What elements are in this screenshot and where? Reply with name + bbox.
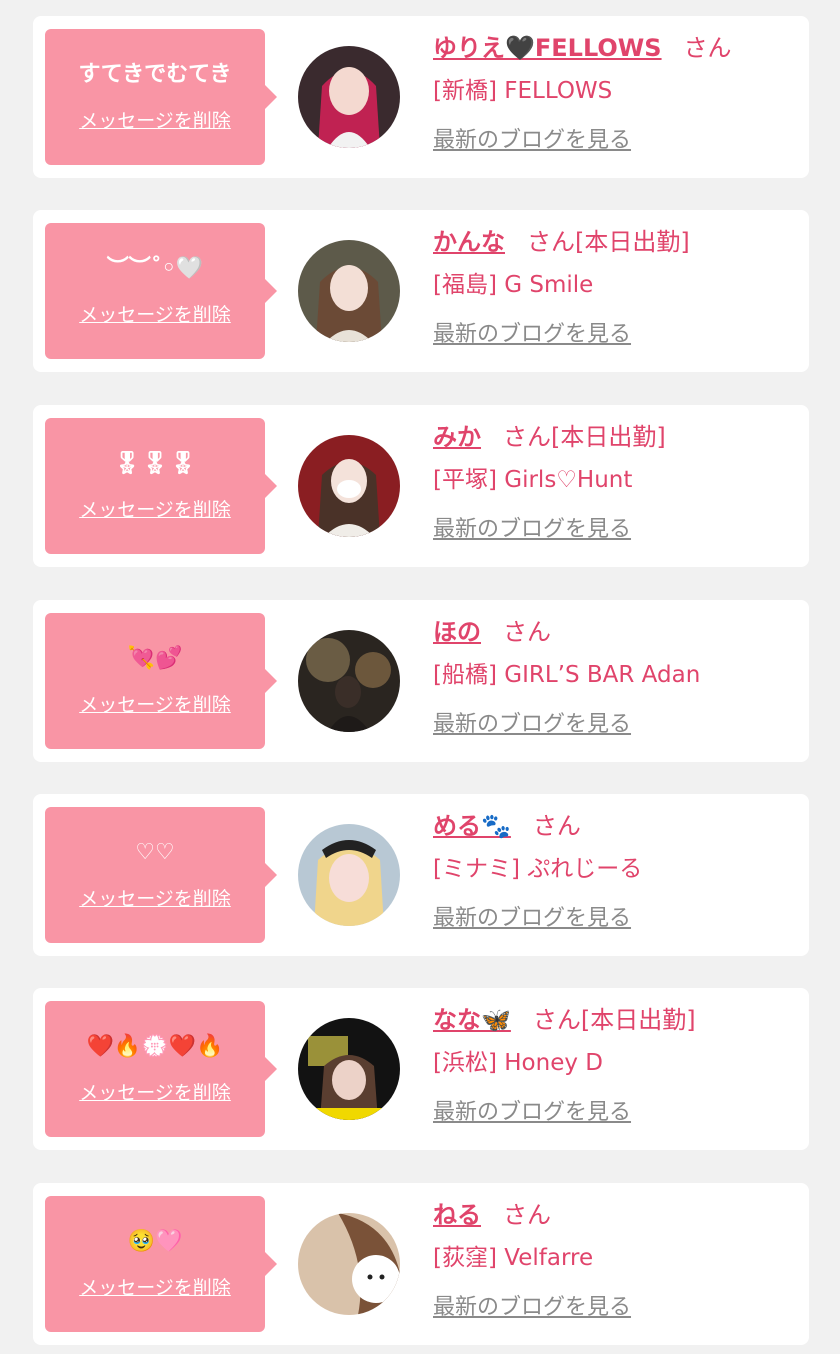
message-bubble: ❤️🔥💮❤️🔥 メッセージを削除 (45, 1001, 277, 1137)
avatar[interactable] (298, 46, 400, 148)
message-card: 🎖🎖🎖 メッセージを削除 みか さん[本日出勤] [平塚] Girls♡Hunt … (33, 405, 809, 567)
girl-name-link[interactable]: ほの (433, 618, 481, 646)
name-suffix: さん (532, 812, 581, 840)
latest-blog-link[interactable]: 最新のブログを見る (433, 126, 631, 156)
area-shop: [浜松] Honey D (433, 1050, 603, 1076)
girl-info: ゆりえ🖤FELLOWS さん [新橋] FELLOWS 最新のブログを見る (433, 30, 799, 156)
message-text: 🥹🩷 (127, 1228, 183, 1254)
delete-message-link[interactable]: メッセージを削除 (79, 495, 231, 522)
girl-name-link[interactable]: ねる (433, 1201, 481, 1229)
avatar[interactable] (298, 630, 400, 732)
avatar[interactable] (298, 824, 400, 926)
latest-blog-link[interactable]: 最新のブログを見る (433, 904, 631, 934)
name-suffix: さん[本日出勤] (503, 423, 666, 451)
girl-info: ねる さん [荻窪] Velfarre 最新のブログを見る (433, 1197, 799, 1323)
latest-blog-link[interactable]: 最新のブログを見る (433, 710, 631, 740)
message-text: 🎖🎖🎖 (113, 450, 197, 476)
latest-blog-link[interactable]: 最新のブログを見る (433, 1293, 631, 1323)
girl-name-link[interactable]: なな🦋 (433, 1006, 511, 1034)
area-shop: [荻窪] Velfarre (433, 1245, 594, 1271)
message-text: ❤️🔥💮❤️🔥 (86, 1033, 224, 1059)
message-text: ︶︶˚◦🤍 (106, 255, 204, 281)
message-bubble: 🥹🩷 メッセージを削除 (45, 1196, 277, 1332)
message-card: ♡♡ メッセージを削除 める🐾 さん [ミナミ] ぷれじーる 最新のブログを見る (33, 794, 809, 956)
girl-info: かんな さん[本日出勤] [福島] G Smile 最新のブログを見る (433, 224, 799, 350)
name-suffix: さん (503, 1201, 551, 1229)
delete-message-link[interactable]: メッセージを削除 (79, 300, 231, 327)
latest-blog-link[interactable]: 最新のブログを見る (433, 1098, 631, 1128)
girl-info: ほの さん [船橋] GIRL’S BAR Adan 最新のブログを見る (433, 614, 799, 740)
avatar[interactable] (298, 1213, 400, 1315)
area-shop: [新橋] FELLOWS (433, 78, 613, 104)
avatar[interactable] (298, 240, 400, 342)
message-bubble: ︶︶˚◦🤍 メッセージを削除 (45, 223, 277, 359)
girl-name-link[interactable]: みか (433, 423, 481, 451)
area-shop: [船橋] GIRL’S BAR Adan (433, 662, 701, 688)
name-suffix: さん (683, 34, 732, 62)
name-suffix: さん (503, 618, 551, 646)
avatar[interactable] (298, 1018, 400, 1120)
girl-name-link[interactable]: める🐾 (433, 812, 511, 840)
area-shop: [平塚] Girls♡Hunt (433, 467, 633, 493)
message-text: すてきでむてき (78, 61, 232, 87)
message-card: すてきでむてき メッセージを削除 ゆりえ🖤FELLOWS さん [新橋] FELL… (33, 16, 809, 178)
avatar[interactable] (298, 435, 400, 537)
delete-message-link[interactable]: メッセージを削除 (79, 1273, 231, 1300)
message-bubble: ♡♡ メッセージを削除 (45, 807, 277, 943)
message-card: 💘💕 メッセージを削除 ほの さん [船橋] GIRL’S BAR Adan 最新… (33, 600, 809, 762)
latest-blog-link[interactable]: 最新のブログを見る (433, 320, 631, 350)
message-card: ︶︶˚◦🤍 メッセージを削除 かんな さん[本日出勤] [福島] G Smile … (33, 210, 809, 372)
delete-message-link[interactable]: メッセージを削除 (79, 884, 231, 911)
message-bubble: すてきでむてき メッセージを削除 (45, 29, 277, 165)
girl-info: める🐾 さん [ミナミ] ぷれじーる 最新のブログを見る (433, 808, 799, 934)
girl-name-link[interactable]: ゆりえ🖤FELLOWS (433, 34, 662, 62)
message-text: ♡♡ (135, 839, 175, 865)
message-bubble: 🎖🎖🎖 メッセージを削除 (45, 418, 277, 554)
girl-name-link[interactable]: かんな (433, 228, 505, 256)
message-card: 🥹🩷 メッセージを削除 ねる さん [荻窪] Velfarre 最新のブログを見る (33, 1183, 809, 1345)
girl-info: なな🦋 さん[本日出勤] [浜松] Honey D 最新のブログを見る (433, 1002, 799, 1128)
message-text: 💘💕 (127, 645, 183, 671)
delete-message-link[interactable]: メッセージを削除 (79, 690, 231, 717)
area-shop: [ミナミ] ぷれじーる (433, 856, 643, 882)
latest-blog-link[interactable]: 最新のブログを見る (433, 515, 631, 545)
message-card: ❤️🔥💮❤️🔥 メッセージを削除 なな🦋 さん[本日出勤] [浜松] Honey … (33, 988, 809, 1150)
area-shop: [福島] G Smile (433, 272, 594, 298)
delete-message-link[interactable]: メッセージを削除 (79, 106, 231, 133)
name-suffix: さん[本日出勤] (527, 228, 690, 256)
delete-message-link[interactable]: メッセージを削除 (79, 1078, 231, 1105)
girl-info: みか さん[本日出勤] [平塚] Girls♡Hunt 最新のブログを見る (433, 419, 799, 545)
name-suffix: さん[本日出勤] (532, 1006, 696, 1034)
message-bubble: 💘💕 メッセージを削除 (45, 613, 277, 749)
